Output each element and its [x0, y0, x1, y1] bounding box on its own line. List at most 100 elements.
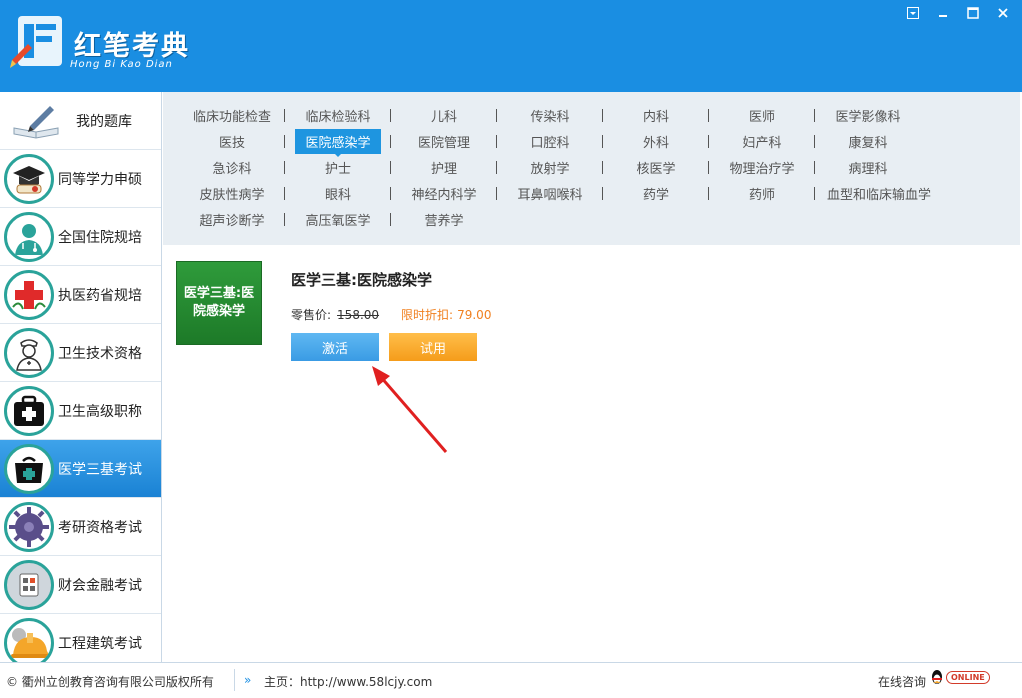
sidebar-item-label: 卫生高级职称: [58, 403, 142, 420]
sidebar-item-pharmacy-training[interactable]: 执医药省规培: [0, 266, 161, 324]
subject-filter-panel: 临床功能检查 临床检验科 儿科 传染科 内科 医师 医学影像科 医技 医院感染学…: [163, 92, 1020, 245]
red-cross-icon: [12, 281, 46, 310]
subject-tab[interactable]: 急诊科: [179, 154, 285, 180]
subject-tab[interactable]: 康复科: [815, 128, 921, 154]
subject-tab[interactable]: 临床检验科: [285, 102, 391, 128]
homepage-link[interactable]: 主页：http://www.58lcjy.com: [264, 673, 432, 690]
category-sidebar: 我的题库 同等学力申硕 全国住院规培 执医药省规培 卫生技术资格 卫生高级职称 …: [0, 92, 162, 662]
nurse-icon: [16, 339, 42, 371]
app-header: 红笔考典 Hong Bi Kao Dian: [0, 0, 1022, 92]
online-consult-badge[interactable]: ONLINE: [930, 669, 990, 685]
close-icon: [998, 8, 1008, 18]
retail-price: 158.00: [337, 308, 380, 322]
subject-tab[interactable]: 医技: [179, 128, 285, 154]
activate-button[interactable]: 激活: [291, 333, 379, 361]
sidebar-item-label: 执医药省规培: [58, 287, 142, 304]
subject-tab[interactable]: 护士: [285, 154, 391, 180]
medical-kit-icon: [14, 395, 44, 426]
price-line: 零售价: 158.00 限时折扣: 79.00: [291, 306, 491, 323]
retail-price-label: 零售价:: [291, 308, 332, 322]
sidebar-item-finance-exam[interactable]: 财会金融考试: [0, 556, 161, 614]
subject-tab[interactable]: 眼科: [285, 180, 391, 206]
subject-tab[interactable]: 外科: [603, 128, 709, 154]
subject-row: 急诊科 护士 护理 放射学 核医学 物理治疗学 病理科: [179, 154, 921, 180]
sidebar-item-health-tech-qualification[interactable]: 卫生技术资格: [0, 324, 161, 382]
sidebar-item-postgrad-exam[interactable]: 考研资格考试: [0, 498, 161, 556]
sidebar-item-engineering-exam[interactable]: 工程建筑考试: [0, 614, 161, 662]
subject-row: 临床功能检查 临床检验科 儿科 传染科 内科 医师 医学影像科: [179, 102, 921, 128]
sidebar-item-equivalent-degree[interactable]: 同等学力申硕: [0, 150, 161, 208]
sale-price: 79.00: [457, 308, 492, 322]
sidebar-item-my-question-bank[interactable]: 我的题库: [0, 92, 161, 150]
sidebar-item-medical-basics-exam[interactable]: 医学三基考试: [0, 440, 161, 498]
minimize-icon: [939, 15, 947, 17]
maximize-button[interactable]: [958, 2, 988, 24]
gears-icon: [9, 507, 49, 547]
helmet-icon: [11, 628, 51, 658]
subject-tab[interactable]: 物理治疗学: [709, 154, 815, 180]
subject-tab[interactable]: 口腔科: [497, 128, 603, 154]
subject-tab[interactable]: 血型和临床输血学: [815, 180, 943, 206]
subject-tab[interactable]: 临床功能检查: [179, 102, 285, 128]
subject-tab[interactable]: 妇产科: [709, 128, 815, 154]
subject-tab[interactable]: 耳鼻咽喉科: [497, 180, 603, 206]
subject-tab[interactable]: 药学: [603, 180, 709, 206]
subject-tab[interactable]: 传染科: [497, 102, 603, 128]
subject-row: 皮肤性病学 眼科 神经内科学 耳鼻咽喉科 药学 药师 血型和临床输血学: [179, 180, 943, 206]
subject-tab[interactable]: 医院管理: [391, 128, 497, 154]
red-arrow-annotation-icon: [372, 366, 448, 453]
brand-subtitle: Hong Bi Kao Dian: [70, 59, 173, 70]
subject-tab[interactable]: 医学影像科: [815, 102, 921, 128]
subject-tab[interactable]: 皮肤性病学: [179, 180, 285, 206]
maximize-icon: [967, 7, 979, 19]
sale-price-label: 限时折扣:: [401, 308, 454, 322]
online-badge-text: ONLINE: [946, 670, 990, 684]
footer-divider: [234, 669, 235, 691]
status-footer: © 衢州立创教育咨询有限公司版权所有 » 主页：http://www.58lcj…: [0, 662, 1022, 698]
subject-tab[interactable]: 儿科: [391, 102, 497, 128]
subject-tab[interactable]: 内科: [603, 102, 709, 128]
menu-button[interactable]: [898, 2, 928, 24]
sidebar-item-label: 卫生技术资格: [58, 345, 142, 362]
sidebar-item-label: 同等学力申硕: [58, 171, 142, 188]
trial-button[interactable]: 试用: [389, 333, 477, 361]
main-content: 临床功能检查 临床检验科 儿科 传染科 内科 医师 医学影像科 医技 医院感染学…: [163, 92, 1020, 662]
copyright-text: © 衢州立创教育咨询有限公司版权所有: [6, 675, 214, 689]
logo-mark-icon: [10, 16, 62, 68]
subject-tab[interactable]: 高压氧医学: [285, 206, 391, 232]
brand-title: 红笔考典: [74, 31, 190, 62]
subject-row: 超声诊断学 高压氧医学 营养学: [179, 206, 497, 232]
subject-tab[interactable]: 放射学: [497, 154, 603, 180]
double-chevron-icon: »: [244, 673, 252, 687]
doctor-icon: [15, 224, 43, 255]
sidebar-item-residency-training[interactable]: 全国住院规培: [0, 208, 161, 266]
qq-penguin-icon: [932, 670, 942, 684]
sidebar-item-label: 考研资格考试: [58, 519, 142, 536]
subject-tab[interactable]: 营养学: [391, 206, 497, 232]
menu-icon: [907, 7, 919, 19]
product-thumbnail[interactable]: 医学三基:医院感染学: [176, 261, 262, 345]
close-button[interactable]: [988, 2, 1018, 24]
subject-tab[interactable]: 医师: [709, 102, 815, 128]
calculator-icon: [19, 573, 39, 597]
subject-tab[interactable]: 护理: [391, 154, 497, 180]
subject-tab[interactable]: 核医学: [603, 154, 709, 180]
subject-tab[interactable]: 超声诊断学: [179, 206, 285, 232]
subject-row: 医技 医院感染学 医院管理 口腔科 外科 妇产科 康复科: [179, 128, 921, 154]
sidebar-item-label: 财会金融考试: [58, 577, 142, 594]
sidebar-item-senior-title[interactable]: 卫生高级职称: [0, 382, 161, 440]
app-logo: 红笔考典 Hong Bi Kao Dian: [8, 10, 218, 80]
product-thumbnail-text: 医学三基:医院感染学: [183, 286, 255, 319]
medical-bag-icon: [15, 456, 43, 483]
minimize-button[interactable]: [928, 2, 958, 24]
subject-tab-active[interactable]: 医院感染学: [285, 128, 391, 154]
online-consult-label[interactable]: 在线咨询: [878, 673, 926, 690]
sidebar-item-label: 医学三基考试: [58, 461, 142, 478]
subject-tab[interactable]: 药师: [709, 180, 815, 206]
subject-tab[interactable]: 神经内科学: [391, 180, 497, 206]
product-title: 医学三基:医院感染学: [291, 271, 432, 289]
sidebar-item-label: 我的题库: [76, 113, 132, 130]
subject-tab[interactable]: 病理科: [815, 154, 921, 180]
sidebar-item-label: 工程建筑考试: [58, 635, 142, 652]
pen-book-icon: [13, 106, 59, 139]
